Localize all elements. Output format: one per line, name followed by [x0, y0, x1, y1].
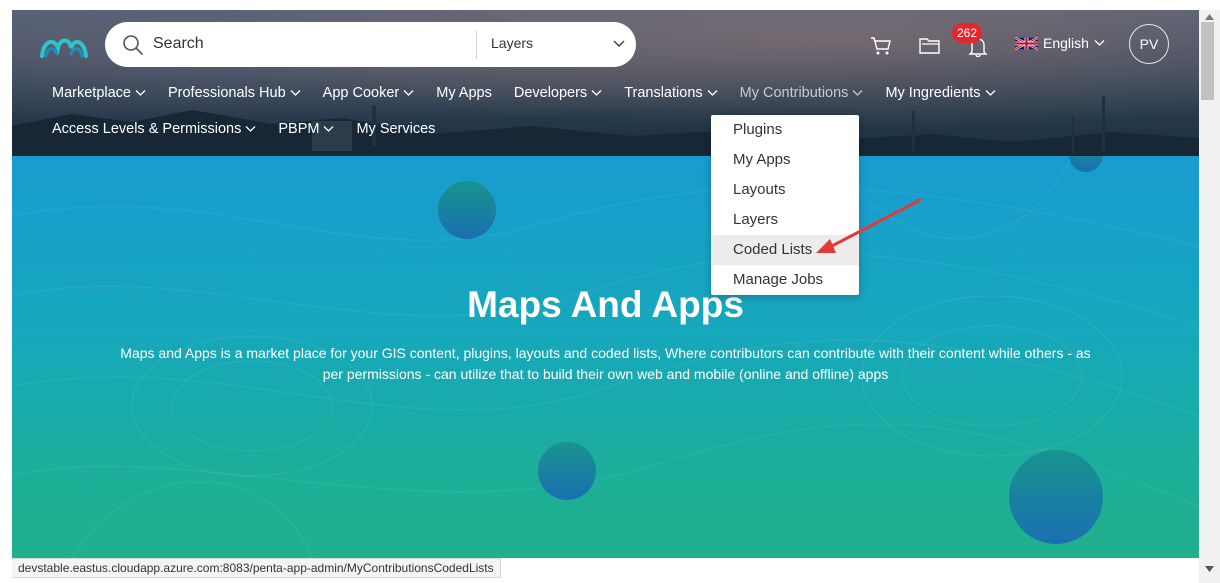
menu-item-manage-jobs[interactable]: Manage Jobs: [711, 265, 859, 295]
nav-item-label: Marketplace: [52, 85, 131, 101]
chevron-down-icon: [985, 90, 996, 96]
search-divider: [476, 31, 477, 59]
nav-item-label: My Apps: [436, 85, 492, 101]
folder-icon[interactable]: [919, 35, 941, 55]
nav-item-label: Translations: [624, 85, 703, 101]
site-header: Layers 262 English: [12, 10, 1199, 156]
nav-item-label: My Contributions: [739, 85, 849, 101]
nav-item-professionals-hub[interactable]: Professionals Hub: [168, 85, 301, 101]
nav-item-my-services[interactable]: My Services: [356, 121, 435, 137]
decorative-bubble: [538, 442, 596, 500]
menu-item-coded-lists[interactable]: Coded Lists: [711, 235, 859, 265]
decorative-bubble: [1009, 450, 1103, 544]
hero-description: Maps and Apps is a market place for your…: [120, 345, 1091, 382]
language-selector[interactable]: English: [1015, 35, 1105, 51]
nav-item-label: Access Levels & Permissions: [52, 121, 242, 137]
search-scope-select[interactable]: Layers: [491, 35, 533, 51]
language-label: English: [1043, 35, 1089, 51]
decorative-bubble: [438, 181, 496, 239]
chevron-down-icon: [324, 126, 334, 132]
scroll-thumb[interactable]: [1201, 22, 1214, 100]
menu-item-plugins[interactable]: Plugins: [711, 115, 859, 145]
nav-item-label: Professionals Hub: [167, 85, 286, 101]
browser-viewport: Layers 262 English: [12, 10, 1199, 558]
nav-item-marketplace[interactable]: Marketplace: [52, 85, 146, 101]
page-scrollbar[interactable]: [1199, 10, 1220, 583]
main-nav-row-2: Access Levels & Permissions PBPM My Servic…: [52, 121, 457, 137]
chevron-down-icon: [707, 90, 718, 96]
main-nav-row-1: Marketplace Professionals Hub App Cooker My…: [52, 85, 1018, 101]
nav-item-app-cooker[interactable]: App Cooker: [323, 85, 415, 101]
chevron-down-icon: [852, 90, 863, 96]
nav-item-my-contributions[interactable]: My Contributions: [740, 85, 864, 101]
nav-item-pbpm[interactable]: PBPM: [278, 121, 334, 137]
nav-item-label: Developers: [513, 85, 588, 101]
menu-item-layouts[interactable]: Layouts: [711, 175, 859, 205]
nav-item-label: My Ingredients: [885, 85, 981, 101]
nav-item-label: PBPM: [278, 121, 320, 137]
user-avatar[interactable]: PV: [1129, 24, 1169, 64]
nav-item-my-ingredients[interactable]: My Ingredients: [885, 85, 996, 101]
nav-item-label: App Cooker: [322, 85, 400, 101]
nav-item-my-apps[interactable]: My Apps: [436, 85, 492, 101]
hero-title: Maps And Apps: [467, 284, 744, 325]
search-icon: [123, 35, 143, 55]
chevron-down-icon: [591, 90, 602, 96]
nav-item-access-levels-permissions[interactable]: Access Levels & Permissions: [52, 121, 256, 137]
chevron-down-icon: [1094, 40, 1105, 46]
chevron-down-icon: [290, 90, 301, 96]
nav-item-translations[interactable]: Translations: [624, 85, 718, 101]
search-bar: Layers: [105, 22, 636, 67]
hero-banner: Maps And Apps Maps and Apps is a market …: [12, 156, 1199, 558]
nav-item-developers[interactable]: Developers: [514, 85, 602, 101]
chevron-down-icon: [135, 90, 146, 96]
scroll-up-icon[interactable]: [1205, 14, 1214, 20]
logo-icon[interactable]: [40, 30, 88, 60]
chevron-down-icon[interactable]: [613, 39, 625, 49]
menu-item-my-apps[interactable]: My Apps: [711, 145, 859, 175]
cart-icon[interactable]: [870, 36, 892, 56]
menu-item-layers[interactable]: Layers: [711, 205, 859, 235]
notification-badge[interactable]: 262: [952, 23, 982, 43]
nav-item-label: My Services: [356, 121, 436, 137]
scroll-down-icon[interactable]: [1205, 566, 1214, 572]
chevron-down-icon: [245, 126, 256, 132]
browser-status-url: devstable.eastus.cloudapp.azure.com:8083…: [12, 558, 501, 578]
uk-flag-icon: [1015, 36, 1038, 50]
chevron-down-icon: [403, 90, 414, 96]
search-input[interactable]: [153, 30, 463, 58]
my-contributions-dropdown: Plugins My Apps Layouts Layers Coded Lists Ma…: [711, 115, 859, 295]
